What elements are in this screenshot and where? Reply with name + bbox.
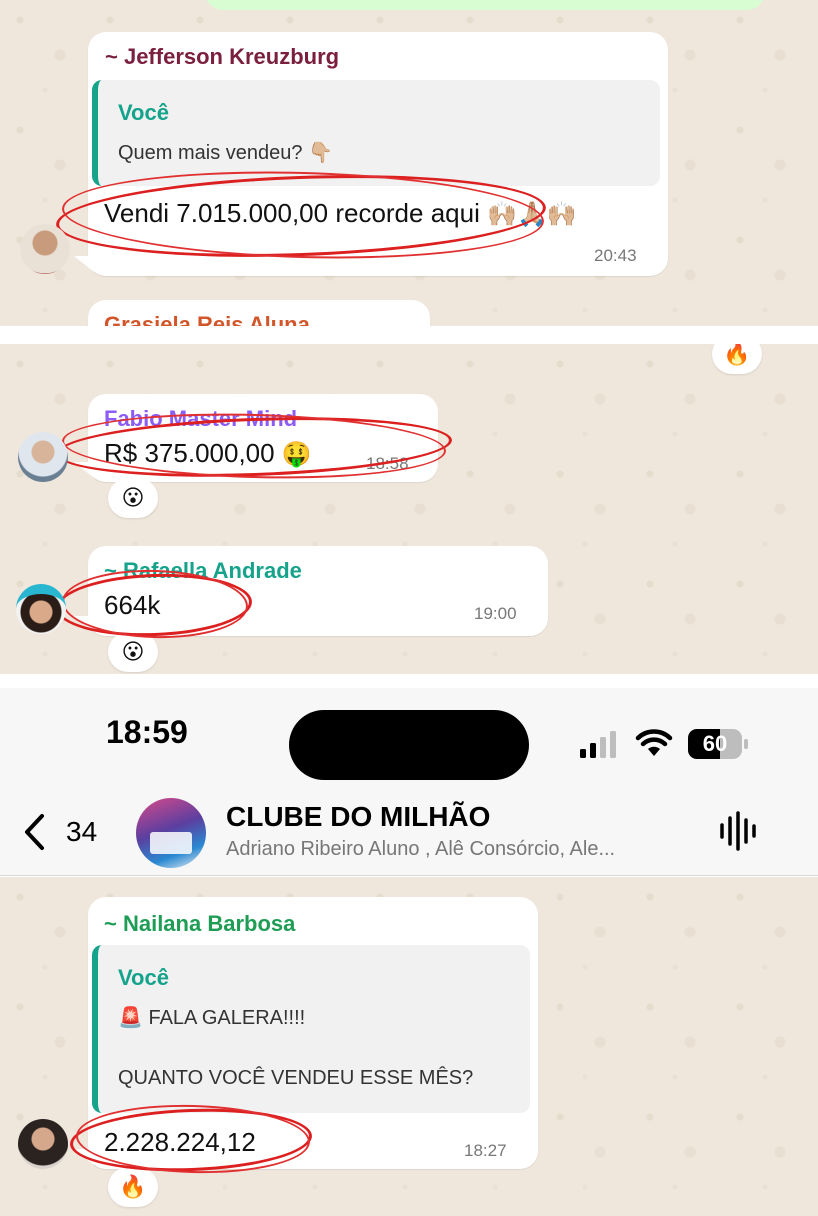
bubble-tail xyxy=(74,616,94,632)
message-time: 18:27 xyxy=(464,1141,507,1160)
quoted-message[interactable]: Você Quem mais vendeu? 👇🏼 xyxy=(92,80,660,186)
unread-count[interactable]: 34 xyxy=(66,816,97,848)
quoted-message[interactable]: Você 🚨 FALA GALERA!!!! QUANTO VOCÊ VENDE… xyxy=(92,945,530,1113)
sender-name[interactable]: Fabio Master Mind xyxy=(104,406,297,432)
message-time: 18:58 xyxy=(366,454,409,473)
quoted-text-content: Quem mais vendeu? xyxy=(118,142,303,164)
reaction-surprised[interactable]: 😮 xyxy=(108,632,158,672)
reaction-fire[interactable]: 🔥 xyxy=(712,344,762,374)
status-bar-time: 18:59 xyxy=(106,714,188,750)
group-avatar[interactable] xyxy=(136,798,206,868)
battery-icon: 60 xyxy=(688,729,742,759)
reaction-fire[interactable]: 🔥 xyxy=(108,1167,158,1207)
message-text: Vendi 7.015.000,00 recorde aqui 🙌🏼🙏🏼🙌🏼 xyxy=(104,198,577,229)
message-text-content: R$ 375.000,00 xyxy=(104,438,275,468)
bubble-tail xyxy=(74,462,94,478)
audio-waveform-icon[interactable] xyxy=(718,810,758,852)
chat-header: 18:59 60 34 CLUBE DO MILHÃO Adriano Ribe… xyxy=(0,688,818,876)
reaction-surprised[interactable]: 😮 xyxy=(108,478,158,518)
message-text: R$ 375.000,00 🤑 xyxy=(104,438,312,469)
message-text: 664k xyxy=(104,590,161,620)
message-time: 20:43 xyxy=(594,246,637,265)
wifi-icon xyxy=(635,729,673,756)
sender-name[interactable]: ~ Rafaella Andrade xyxy=(104,558,302,584)
avatar-fabio[interactable] xyxy=(18,432,68,482)
quoted-text-line1: 🚨 FALA GALERA!!!! xyxy=(118,1005,305,1030)
sender-name-partial[interactable]: Grasiela Reis Aluna xyxy=(104,312,310,326)
quoted-sender: Você xyxy=(118,100,169,125)
group-title[interactable]: CLUBE DO MILHÃO xyxy=(226,801,490,833)
chat-panel-1: ~ Jefferson Kreuzburg Você Quem mais ven… xyxy=(0,0,818,326)
chat-panel-2: 🔥 Fabio Master Mind R$ 375.000,00 🤑 18:5… xyxy=(0,344,818,674)
bubble-tail xyxy=(74,1149,94,1165)
signal-icon xyxy=(580,731,616,758)
outgoing-bubble-edge xyxy=(205,0,765,10)
battery-level: 60 xyxy=(702,731,728,756)
battery-nub xyxy=(744,739,748,749)
sender-name[interactable]: ~ Nailana Barbosa xyxy=(104,911,295,937)
chevron-left-icon[interactable] xyxy=(22,812,48,852)
praise-emojis: 🙌🏼🙏🏼🙌🏼 xyxy=(487,201,577,228)
message-text: 2.228.224,12 xyxy=(104,1127,256,1157)
avatar-nailana[interactable] xyxy=(18,1119,68,1169)
quoted-text-line2: QUANTO VOCÊ VENDEU ESSE MÊS? xyxy=(118,1067,474,1089)
siren-emoji: 🚨 xyxy=(118,1007,143,1029)
dynamic-island xyxy=(289,710,529,780)
avatar-rafaella[interactable] xyxy=(16,584,66,634)
chat-panel-3: ~ Nailana Barbosa Você 🚨 FALA GALERA!!!!… xyxy=(0,877,818,1216)
group-avatar-art xyxy=(150,832,192,854)
sender-name[interactable]: ~ Jefferson Kreuzburg xyxy=(105,44,339,70)
pointing-down-emoji: 👇🏼 xyxy=(308,142,334,164)
group-members[interactable]: Adriano Ribeiro Aluno , Alê Consórcio, A… xyxy=(226,838,615,861)
avatar-jefferson[interactable] xyxy=(20,224,70,274)
money-face-emoji: 🤑 xyxy=(281,441,312,468)
message-text-content: Vendi 7.015.000,00 recorde aqui xyxy=(104,198,480,228)
quoted-sender: Você xyxy=(118,965,169,990)
bubble-tail xyxy=(74,256,94,272)
quoted-text: Quem mais vendeu? 👇🏼 xyxy=(118,140,333,165)
quoted-text-greeting: FALA GALERA!!!! xyxy=(148,1007,306,1029)
message-time: 19:00 xyxy=(474,604,517,623)
